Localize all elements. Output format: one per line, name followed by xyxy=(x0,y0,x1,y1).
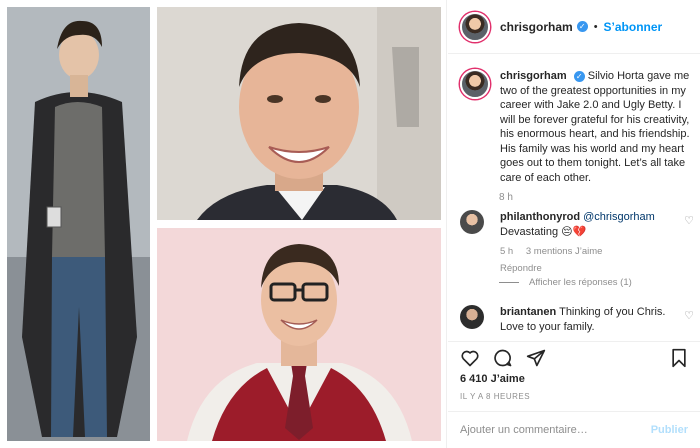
comment-item: philanthonyrod @chrisgorham Devastating … xyxy=(460,210,694,276)
post-detail-panel: chrisgorham ✓ • S’abonner chrisgorham ✓ … xyxy=(448,0,700,448)
comment-body: briantanen Thinking of you Chris. Love t… xyxy=(500,305,674,334)
author-avatar[interactable] xyxy=(460,11,490,42)
likes-count[interactable]: 6 410 J’aime xyxy=(460,373,525,385)
commenter-username[interactable]: briantanen xyxy=(500,306,556,318)
verified-badge-icon: ✓ xyxy=(576,21,588,32)
follow-button[interactable]: S’abonner xyxy=(604,20,663,34)
post-image[interactable] xyxy=(0,0,447,448)
view-replies-button[interactable]: Afficher les réponses (1) xyxy=(499,277,632,288)
photo-man-glasses-sweater-vest xyxy=(157,228,441,441)
post-timestamp[interactable]: IL Y A 8 HEURES xyxy=(460,392,530,401)
add-comment-bar: Ajouter un commentaire… Publier xyxy=(448,411,700,448)
caption-username[interactable]: chrisgorham xyxy=(500,70,567,82)
comments-list[interactable]: chrisgorham ✓ Silvio Horta gave me two o… xyxy=(448,55,700,342)
comment-text: Devastating 😔💔 xyxy=(500,225,587,238)
save-bookmark-icon[interactable] xyxy=(670,348,688,368)
publish-comment-button[interactable]: Publier xyxy=(651,424,688,436)
post-header: chrisgorham ✓ • S’abonner xyxy=(448,0,700,54)
comment-item: briantanen Thinking of you Chris. Love t… xyxy=(460,305,694,334)
comment-bubble-icon[interactable] xyxy=(493,348,513,368)
post-caption: chrisgorham ✓ Silvio Horta gave me two o… xyxy=(460,69,694,185)
reply-button[interactable]: Répondre xyxy=(500,263,542,274)
separator-dot: • xyxy=(593,20,598,33)
comment-meta: 5 h 3 mentions J’aime Répondre xyxy=(500,245,674,276)
post-actions: 6 410 J’aime IL Y A 8 HEURES xyxy=(448,341,700,411)
caption-text-block: chrisgorham ✓ Silvio Horta gave me two o… xyxy=(500,69,694,185)
comment-body: philanthonyrod @chrisgorham Devastating … xyxy=(500,210,674,276)
commenter-avatar[interactable] xyxy=(460,305,484,329)
caption-author-avatar[interactable] xyxy=(460,69,490,99)
action-icons-row xyxy=(460,348,559,368)
add-comment-input[interactable]: Ajouter un commentaire… xyxy=(460,424,651,436)
caption-timestamp[interactable]: 8 h xyxy=(499,192,513,203)
share-paper-plane-icon[interactable] xyxy=(526,348,546,368)
caption-text: Silvio Horta gave me two of the greatest… xyxy=(500,70,690,184)
author-username[interactable]: chrisgorham xyxy=(500,20,573,34)
replies-line-divider xyxy=(499,282,519,283)
photo-man-full-body xyxy=(7,7,150,441)
caption-verified-icon: ✓ xyxy=(573,71,585,82)
commenter-avatar[interactable] xyxy=(460,210,484,234)
comment-like-heart-icon[interactable]: ♡ xyxy=(684,214,694,227)
comment-mention-link[interactable]: @chrisgorham xyxy=(583,211,655,223)
view-replies-label: Afficher les réponses (1) xyxy=(529,277,632,288)
like-heart-icon[interactable] xyxy=(460,348,480,368)
photo-smiling-man-headshot xyxy=(157,7,441,220)
comment-timestamp[interactable]: 5 h xyxy=(500,246,513,257)
comment-likes-count[interactable]: 3 mentions J’aime xyxy=(526,246,603,257)
commenter-username[interactable]: philanthonyrod xyxy=(500,211,580,223)
comment-like-heart-icon[interactable]: ♡ xyxy=(684,309,694,322)
